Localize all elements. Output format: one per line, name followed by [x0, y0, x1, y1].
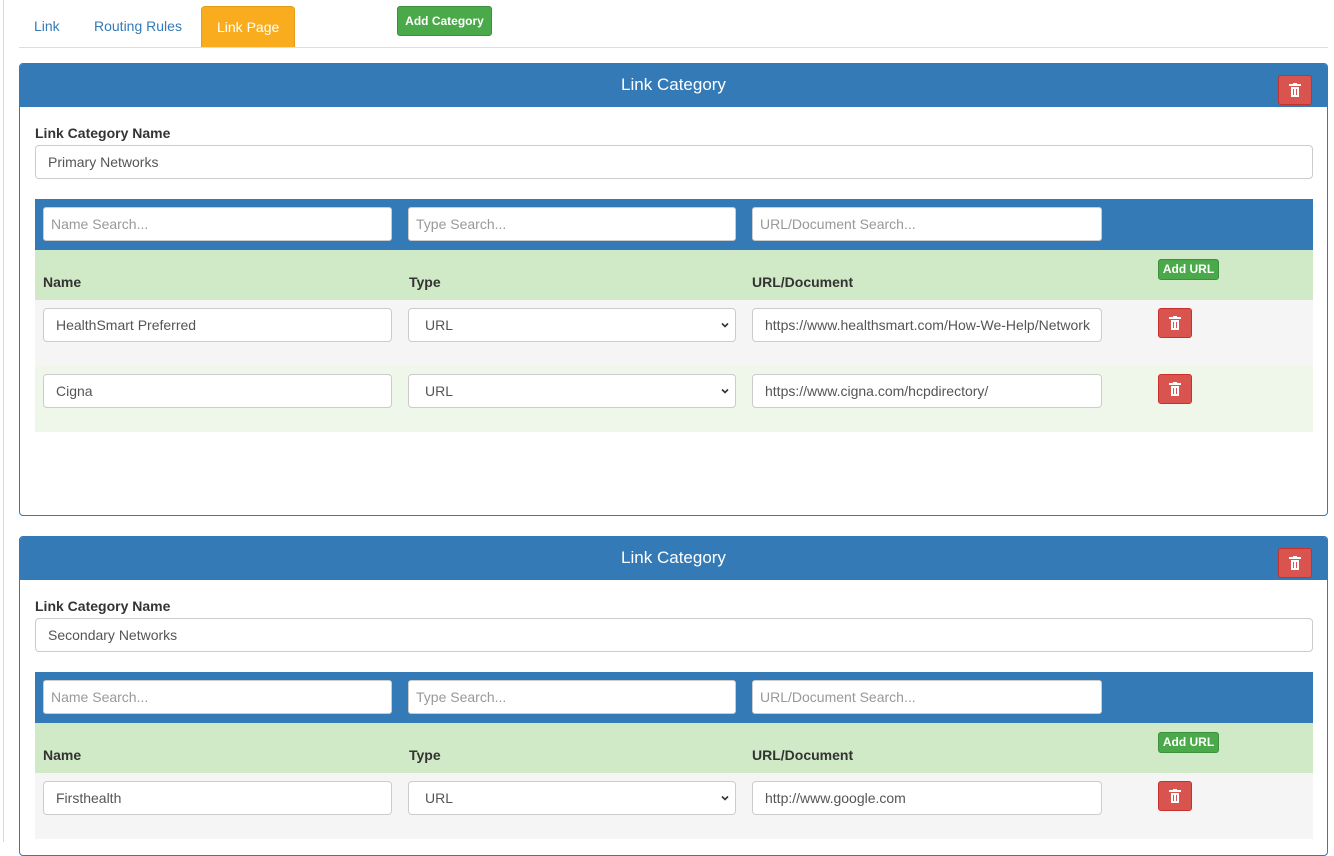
table-row: HealthSmart Preferred URL https://www.he… [35, 300, 1313, 366]
tab-routing-rules[interactable]: Routing Rules [79, 6, 197, 47]
search-row [35, 672, 1313, 723]
link-type-value: URL [425, 383, 454, 399]
column-header-name: Name [43, 747, 82, 763]
delete-link-button[interactable] [1158, 374, 1192, 404]
link-url-input[interactable]: https://www.cigna.com/hcpdirectory/ [752, 374, 1102, 408]
link-url-input[interactable]: https://www.healthsmart.com/How-We-Help/… [752, 308, 1102, 342]
chevron-down-icon [721, 795, 729, 801]
page-left-border [3, 0, 4, 842]
link-url-input[interactable]: http://www.google.com [752, 781, 1102, 815]
trash-icon [1289, 83, 1301, 97]
link-type-value: URL [425, 317, 454, 333]
column-header-type: Type [409, 747, 441, 763]
category-name-input[interactable] [35, 618, 1313, 652]
category-name-input[interactable] [35, 145, 1313, 179]
trash-icon [1169, 382, 1181, 396]
table-row: Cigna URL https://www.cigna.com/hcpdirec… [35, 366, 1313, 432]
top-tab-bar: Link Routing Rules Link Page [19, 0, 1328, 48]
delete-link-button[interactable] [1158, 308, 1192, 338]
table-header-row: Name Type URL/Document Add URL [35, 250, 1313, 300]
search-row [35, 199, 1313, 250]
link-type-value: URL [425, 790, 454, 806]
link-type-select[interactable]: URL [408, 374, 736, 408]
link-name-input[interactable]: Firsthealth [43, 781, 392, 815]
category-name-label: Link Category Name [35, 125, 171, 141]
type-search-input[interactable] [408, 207, 736, 241]
tab-link-page[interactable]: Link Page [201, 6, 296, 47]
link-category-panel: Link Category Link Category Name Name Ty… [19, 536, 1328, 856]
delete-link-button[interactable] [1158, 781, 1192, 811]
add-url-button[interactable]: Add URL [1158, 259, 1219, 280]
trash-icon [1289, 556, 1301, 570]
link-name-input[interactable]: HealthSmart Preferred [43, 308, 392, 342]
tab-link[interactable]: Link [19, 6, 75, 47]
category-name-label: Link Category Name [35, 598, 171, 614]
panel-title: Link Category [621, 548, 726, 567]
add-category-button[interactable]: Add Category [397, 6, 492, 36]
link-category-panel: Link Category Link Category Name Name Ty… [19, 63, 1328, 516]
column-header-url: URL/Document [752, 747, 854, 763]
link-type-select[interactable]: URL [408, 308, 736, 342]
table-row: Firsthealth URL http://www.google.com [35, 773, 1313, 839]
column-header-url: URL/Document [752, 274, 854, 290]
trash-icon [1169, 316, 1181, 330]
add-url-button[interactable]: Add URL [1158, 732, 1219, 753]
link-type-select[interactable]: URL [408, 781, 736, 815]
trash-icon [1169, 789, 1181, 803]
chevron-down-icon [721, 322, 729, 328]
column-header-name: Name [43, 274, 82, 290]
column-header-type: Type [409, 274, 441, 290]
delete-category-button[interactable] [1278, 548, 1312, 578]
name-search-input[interactable] [43, 680, 392, 714]
panel-heading: Link Category [20, 64, 1327, 107]
link-name-input[interactable]: Cigna [43, 374, 392, 408]
url-search-input[interactable] [752, 680, 1102, 714]
type-search-input[interactable] [408, 680, 736, 714]
table-header-row: Name Type URL/Document Add URL [35, 723, 1313, 773]
name-search-input[interactable] [43, 207, 392, 241]
panel-title: Link Category [621, 75, 726, 94]
chevron-down-icon [721, 388, 729, 394]
url-search-input[interactable] [752, 207, 1102, 241]
delete-category-button[interactable] [1278, 75, 1312, 105]
panel-heading: Link Category [20, 537, 1327, 580]
